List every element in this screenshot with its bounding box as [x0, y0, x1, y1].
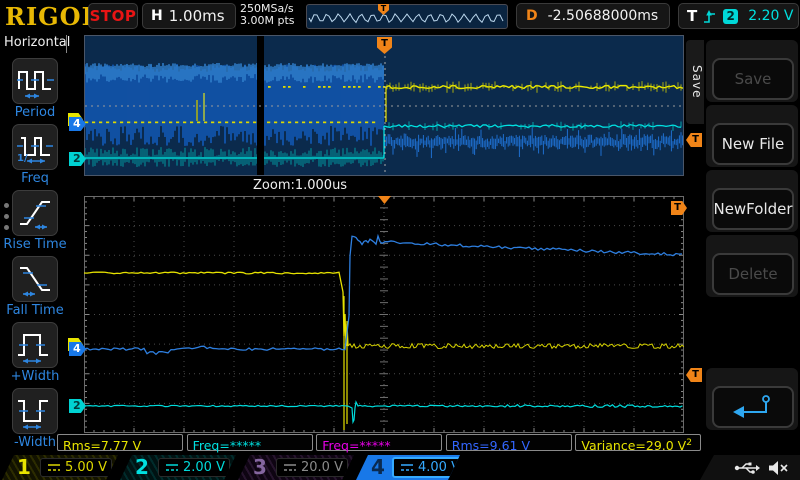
- speaker-muted-icon: [768, 460, 790, 476]
- menu-slot-save: Save: [706, 40, 798, 102]
- channel-4-number: 4: [371, 455, 385, 479]
- dc-coupling-icon: [165, 462, 179, 473]
- sidebar-item-period[interactable]: Period: [0, 58, 70, 120]
- trigger-box: T 2 2.20 V: [678, 3, 799, 29]
- rigol-logo: RIGOL: [5, 2, 99, 31]
- minus-width-icon: [12, 388, 58, 434]
- usb-icon: [734, 460, 760, 476]
- freq-icon: 1/: [12, 124, 58, 170]
- acquisition-info: 250MSa/s 3.00M pts: [240, 3, 295, 27]
- trigger-offscreen-tag-zoom: T: [671, 201, 687, 215]
- h-label: H: [151, 8, 163, 24]
- sidebar-item-label: Period: [0, 105, 70, 120]
- menu-slot-back: [706, 368, 798, 430]
- rising-edge-icon: [702, 7, 717, 25]
- timebase-value: 1.00ms: [169, 7, 225, 25]
- return-arrow-icon: [731, 393, 775, 421]
- trigger-level-tag-main[interactable]: T: [686, 133, 702, 147]
- sidebar-item-freq[interactable]: 1/ Freq: [0, 124, 70, 186]
- oscilloscope-screen: { "header": { "logo": "RIGOL", "run_stat…: [0, 0, 800, 480]
- horizontal-timebase-box: H 1.00ms: [142, 3, 236, 29]
- sidebar-item-label: Fall Time: [0, 303, 70, 318]
- measurement-rms-ch1: Rms=7.77 V: [57, 434, 183, 451]
- dc-coupling-icon: [400, 462, 414, 473]
- memory-depth: 3.00M pts: [240, 15, 295, 27]
- delay-value: -2.50688000ms: [548, 8, 659, 24]
- channel-4-scale: 4.00 V: [418, 460, 460, 475]
- sidebar-item-pwidth[interactable]: +Width: [0, 322, 70, 384]
- trigger-label: T: [687, 7, 697, 25]
- sidebar-item-rise-time[interactable]: Rise Time: [0, 190, 70, 252]
- sidebar-item-label: Rise Time: [0, 237, 70, 252]
- run-status-indicator: STOP: [88, 3, 138, 29]
- trigger-level-value: 2.20 V: [748, 8, 793, 24]
- sidebar-item-fall-time[interactable]: Fall Time: [0, 256, 70, 318]
- new-folder-button[interactable]: NewFolder: [712, 188, 794, 230]
- measurement-freq-ch2: Freq=*****: [187, 434, 313, 451]
- period-icon: [12, 58, 58, 104]
- measurement-freq-ch3: Freq=*****: [316, 434, 442, 451]
- channel-tab-3[interactable]: 3 20.0 V: [238, 455, 354, 480]
- dc-coupling-icon: [47, 462, 61, 473]
- channel-2-number: 2: [135, 455, 149, 479]
- delay-box: D -2.50688000ms: [516, 3, 670, 29]
- fall-time-icon: [12, 256, 58, 302]
- run-status-text: STOP: [90, 7, 137, 25]
- sidebar-title: Horizontal: [4, 35, 67, 53]
- delay-label: D: [526, 8, 538, 24]
- menu-slot-new-file: New File: [706, 105, 798, 167]
- menu-tab-save[interactable]: Save: [686, 40, 704, 124]
- channel-tab-1[interactable]: 1 5.00 V: [2, 455, 118, 480]
- zoom-timebase-label: Zoom:1.000us: [253, 178, 347, 193]
- channel-3-number: 3: [253, 455, 267, 479]
- system-status-panel: [700, 455, 800, 480]
- menu-slot-delete: Delete: [706, 235, 798, 297]
- rise-time-icon: [12, 190, 58, 236]
- save-button[interactable]: Save: [712, 58, 794, 100]
- trigger-level-tag-zoom[interactable]: T: [686, 368, 702, 382]
- plus-width-icon: [12, 322, 58, 368]
- new-file-button[interactable]: New File: [712, 123, 794, 165]
- channel-2-scale: 2.00 V: [183, 460, 225, 475]
- sidebar-item-label: Freq: [0, 171, 70, 186]
- trigger-source-badge: 2: [723, 9, 738, 24]
- waveform-preview: [306, 4, 508, 29]
- top-status-bar: RIGOL STOP H 1.00ms 250MSa/s 3.00M pts T…: [0, 0, 800, 32]
- sidebar-item-label: +Width: [0, 369, 70, 384]
- main-waveform-plot: [85, 36, 683, 175]
- svg-text:1/: 1/: [17, 153, 28, 164]
- measurement-sidebar: Horizontal Period 1/ Freq Rise Time Fall…: [0, 32, 70, 452]
- zoom-waveform-window: [84, 196, 684, 433]
- menu-slot-new-folder: NewFolder: [706, 170, 798, 232]
- preview-squiggle: [307, 5, 505, 26]
- zoom-waveform-plot: [84, 196, 684, 433]
- channel-1-scale: 5.00 V: [65, 460, 107, 475]
- back-button[interactable]: [712, 386, 794, 428]
- measurement-variance: Variance=29.0 V2: [575, 434, 701, 451]
- delete-button[interactable]: Delete: [712, 253, 794, 295]
- main-waveform-window: [84, 35, 684, 176]
- dc-coupling-icon: [283, 462, 297, 473]
- channel-tab-2[interactable]: 2 2.00 V: [120, 455, 236, 480]
- measurement-rms-ch4: Rms=9.61 V: [446, 434, 572, 451]
- channel-1-number: 1: [17, 455, 31, 479]
- channel-3-scale: 20.0 V: [301, 460, 343, 475]
- channel-tab-4[interactable]: 4 4.00 V: [356, 455, 460, 480]
